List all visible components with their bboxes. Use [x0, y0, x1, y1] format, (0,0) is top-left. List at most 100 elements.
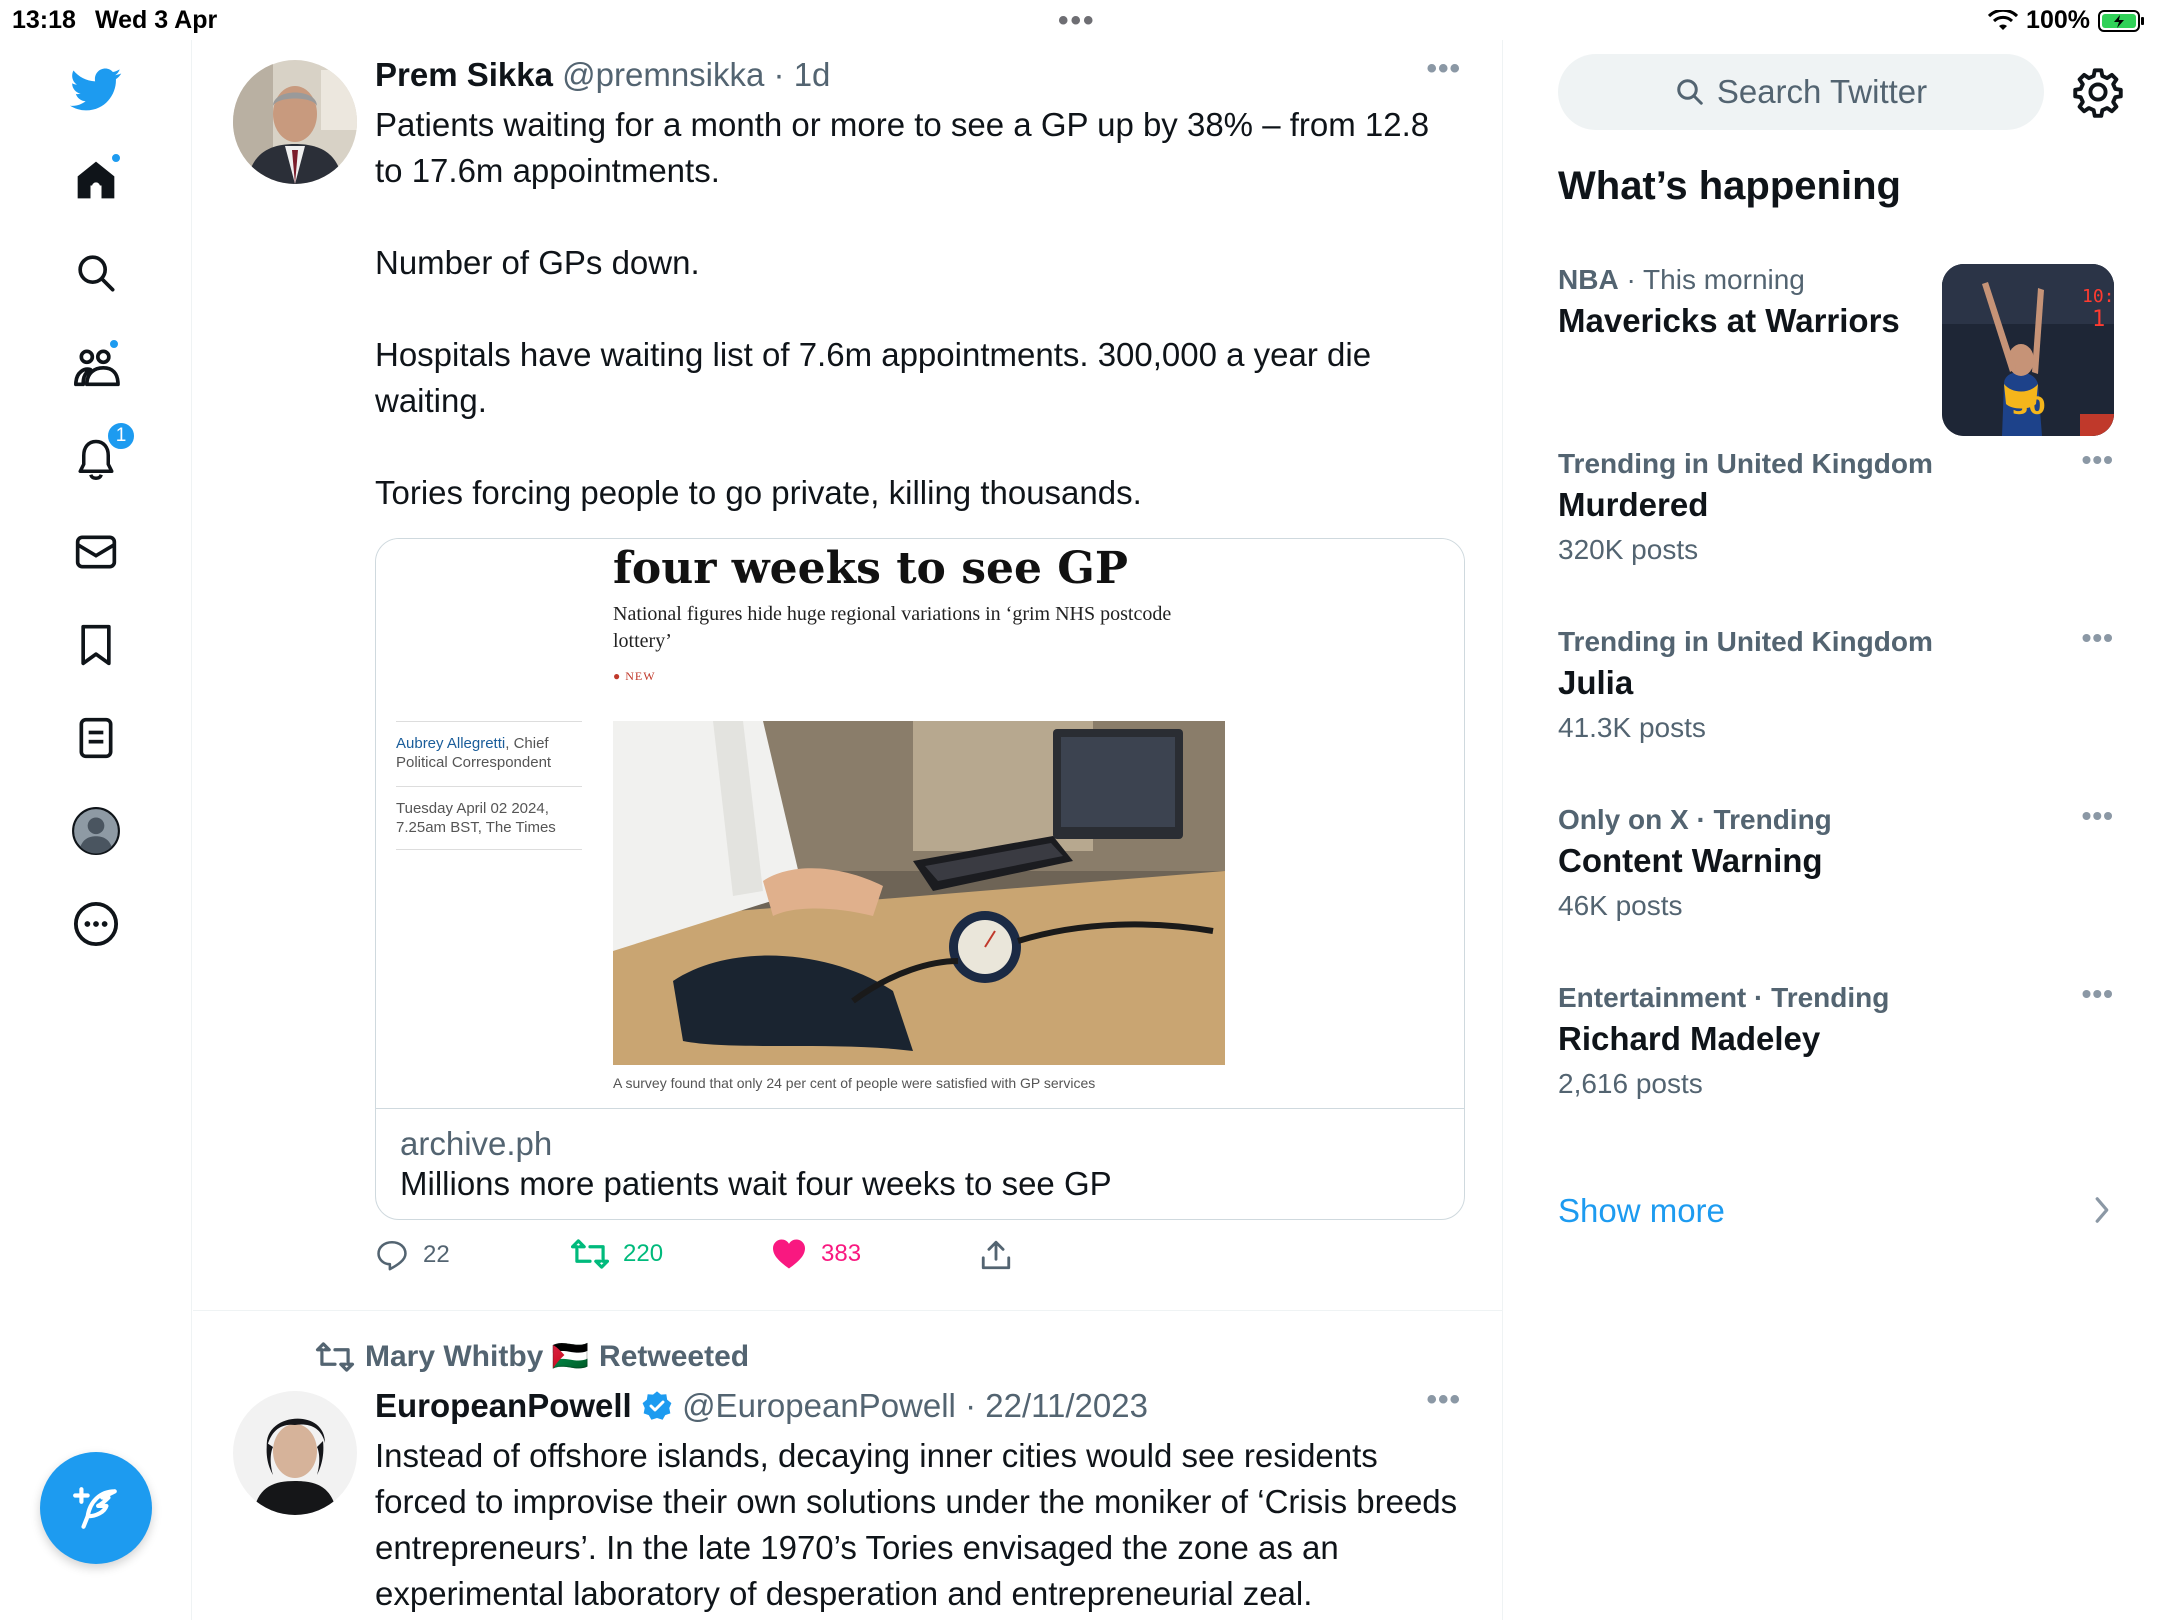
- trend-category: Trending in United Kingdom: [1558, 626, 1933, 657]
- trend-item[interactable]: Only on X · Trending Content Warning 46K…: [1558, 800, 2114, 922]
- retweeter-name: Mary Whitby 🇵🇸: [365, 1340, 590, 1373]
- trend-post-count: 320K posts: [1558, 534, 1699, 565]
- trend-category: NBA: [1558, 264, 1619, 295]
- verified-badge-icon: [642, 1391, 672, 1420]
- article-subhead: National figures hide huge regional vari…: [613, 603, 1172, 652]
- retweet-button[interactable]: 220: [571, 1238, 663, 1270]
- heart-icon: [773, 1239, 805, 1269]
- trend-category: Trending in United Kingdom: [1558, 448, 1933, 479]
- tweet-paragraph: Tories forcing people to go private, kil…: [375, 474, 1142, 511]
- trend-post-count: 41.3K posts: [1558, 712, 1706, 743]
- status-time: 13:18: [12, 6, 76, 34]
- svg-text:30: 30: [2012, 392, 2045, 420]
- multitasking-dots-icon[interactable]: •••: [1058, 4, 1096, 38]
- compose-button[interactable]: [40, 1452, 152, 1564]
- bookmark-icon[interactable]: [68, 617, 124, 673]
- trend-category: Only on X · Trending: [1558, 804, 1832, 835]
- reply-button[interactable]: 22: [375, 1238, 450, 1272]
- svg-text:10:3: 10:3: [2082, 286, 2114, 307]
- status-date: Wed 3 Apr: [95, 6, 218, 34]
- trend-time: · This morning: [1618, 264, 1805, 295]
- tweet-more-icon[interactable]: •••: [1426, 1383, 1461, 1417]
- author-handle[interactable]: @premnsikka: [562, 56, 764, 93]
- notifications-badge: 1: [106, 421, 136, 451]
- retweet-icon: [571, 1239, 609, 1269]
- status-bar: 13:18 Wed 3 Apr ••• 100%: [0, 0, 2160, 40]
- share-icon: [981, 1240, 1011, 1270]
- bell-icon[interactable]: 1: [68, 421, 136, 487]
- search-icon: [1677, 79, 1703, 105]
- chevron-right-icon[interactable]: [2092, 1194, 2112, 1226]
- trend-item[interactable]: Trending in United Kingdom Murdered 320K…: [1558, 444, 2114, 566]
- link-card[interactable]: four weeks to see GP National figures hi…: [375, 538, 1465, 1220]
- article-photo: [613, 721, 1225, 1065]
- lists-icon[interactable]: [68, 710, 124, 766]
- whats-happening-title: What’s happening: [1558, 164, 1901, 208]
- trend-category: Entertainment · Trending: [1558, 982, 1890, 1013]
- author-handle[interactable]: @EuropeanPowell: [682, 1387, 956, 1424]
- communities-unread-dot: [108, 338, 120, 350]
- like-count: 383: [821, 1240, 862, 1267]
- avatar[interactable]: [233, 60, 357, 184]
- tweet-time[interactable]: · 22/11/2023: [965, 1387, 1148, 1424]
- article-date: Tuesday April 02 2024, 7.25am BST, The T…: [396, 786, 582, 850]
- trend-more-icon[interactable]: •••: [2082, 978, 2114, 1010]
- timeline: Prem Sikka @premnsikka · 1d ••• Patients…: [193, 40, 1503, 1620]
- tweet-time[interactable]: · 1d: [774, 56, 831, 93]
- article-headline: four weeks to see GP: [613, 543, 1128, 594]
- trend-name: Murdered: [1558, 486, 1709, 523]
- compose-icon: [73, 1487, 117, 1529]
- show-more-link[interactable]: Show more: [1558, 1192, 1725, 1230]
- link-domain: archive.ph: [400, 1125, 553, 1162]
- trend-name: Content Warning: [1558, 842, 1823, 879]
- tweet[interactable]: Prem Sikka @premnsikka · 1d ••• Patients…: [193, 40, 1502, 1310]
- profile-icon[interactable]: [68, 803, 124, 859]
- tweet-paragraph: Number of GPs down.: [375, 244, 700, 281]
- tweet[interactable]: Mary Whitby 🇵🇸 Retweeted EuropeanPowell …: [193, 1311, 1502, 1620]
- trend-more-icon[interactable]: •••: [2082, 444, 2114, 476]
- trend-name: Julia: [1558, 664, 1634, 701]
- wifi-icon: [1988, 9, 2019, 30]
- mail-icon[interactable]: [68, 524, 124, 580]
- tweet-more-icon[interactable]: •••: [1426, 52, 1461, 86]
- tweet-paragraph: Hospitals have waiting list of 7.6m appo…: [375, 336, 1372, 419]
- retweeted-by-line[interactable]: Mary Whitby 🇵🇸 Retweeted: [315, 1339, 749, 1374]
- search-input[interactable]: Search Twitter: [1558, 54, 2044, 130]
- trend-thumbnail[interactable]: 10:3 1 30: [1942, 264, 2114, 436]
- trend-item[interactable]: Entertainment · Trending Richard Madeley…: [1558, 978, 2114, 1100]
- status-indicators: 100%: [1988, 6, 2146, 35]
- reply-count: 22: [423, 1241, 450, 1268]
- svg-text:1: 1: [2092, 307, 2105, 332]
- tweet-paragraph: Patients waiting for a month or more to …: [375, 106, 1430, 189]
- tweet-text: Instead of offshore islands, decaying in…: [375, 1437, 1458, 1612]
- retweet-icon: [315, 1341, 355, 1372]
- trend-more-icon[interactable]: •••: [2082, 800, 2114, 832]
- twitter-logo-icon[interactable]: [68, 62, 124, 118]
- search-icon[interactable]: [68, 245, 124, 301]
- retweeted-label: Retweeted: [599, 1339, 750, 1373]
- trend-item[interactable]: Trending in United Kingdom Julia 41.3K p…: [1558, 622, 2114, 744]
- share-button[interactable]: [979, 1238, 1013, 1272]
- tweet-actions: 22 220 383: [375, 1238, 1075, 1278]
- like-button[interactable]: 383: [771, 1238, 861, 1270]
- article-author: Aubrey Allegretti: [396, 735, 506, 752]
- author-name[interactable]: EuropeanPowell: [375, 1387, 632, 1424]
- tweet-text: Patients waiting for a month or more to …: [375, 102, 1465, 562]
- trend-more-icon[interactable]: •••: [2082, 622, 2114, 654]
- settings-gear-icon[interactable]: [2072, 66, 2124, 118]
- home-icon[interactable]: [68, 152, 124, 208]
- communities-icon[interactable]: [68, 338, 124, 394]
- article-caption: A survey found that only 24 per cent of …: [613, 1075, 1096, 1091]
- battery-percent: 100%: [2026, 6, 2090, 34]
- trend-name: Richard Madeley: [1558, 1020, 1821, 1057]
- home-unread-dot: [110, 152, 122, 164]
- more-icon[interactable]: [68, 896, 124, 952]
- article-byline: Aubrey Allegretti, Chief Political Corre…: [396, 721, 582, 850]
- battery-icon: [2098, 9, 2144, 32]
- link-title: Millions more patients wait four weeks t…: [400, 1165, 1112, 1202]
- avatar[interactable]: [233, 1391, 357, 1515]
- tweet-header: Prem Sikka @premnsikka · 1d: [375, 56, 830, 94]
- author-name[interactable]: Prem Sikka: [375, 56, 553, 93]
- left-navigation: 1: [0, 40, 192, 1620]
- search-placeholder: Search Twitter: [1716, 73, 1928, 110]
